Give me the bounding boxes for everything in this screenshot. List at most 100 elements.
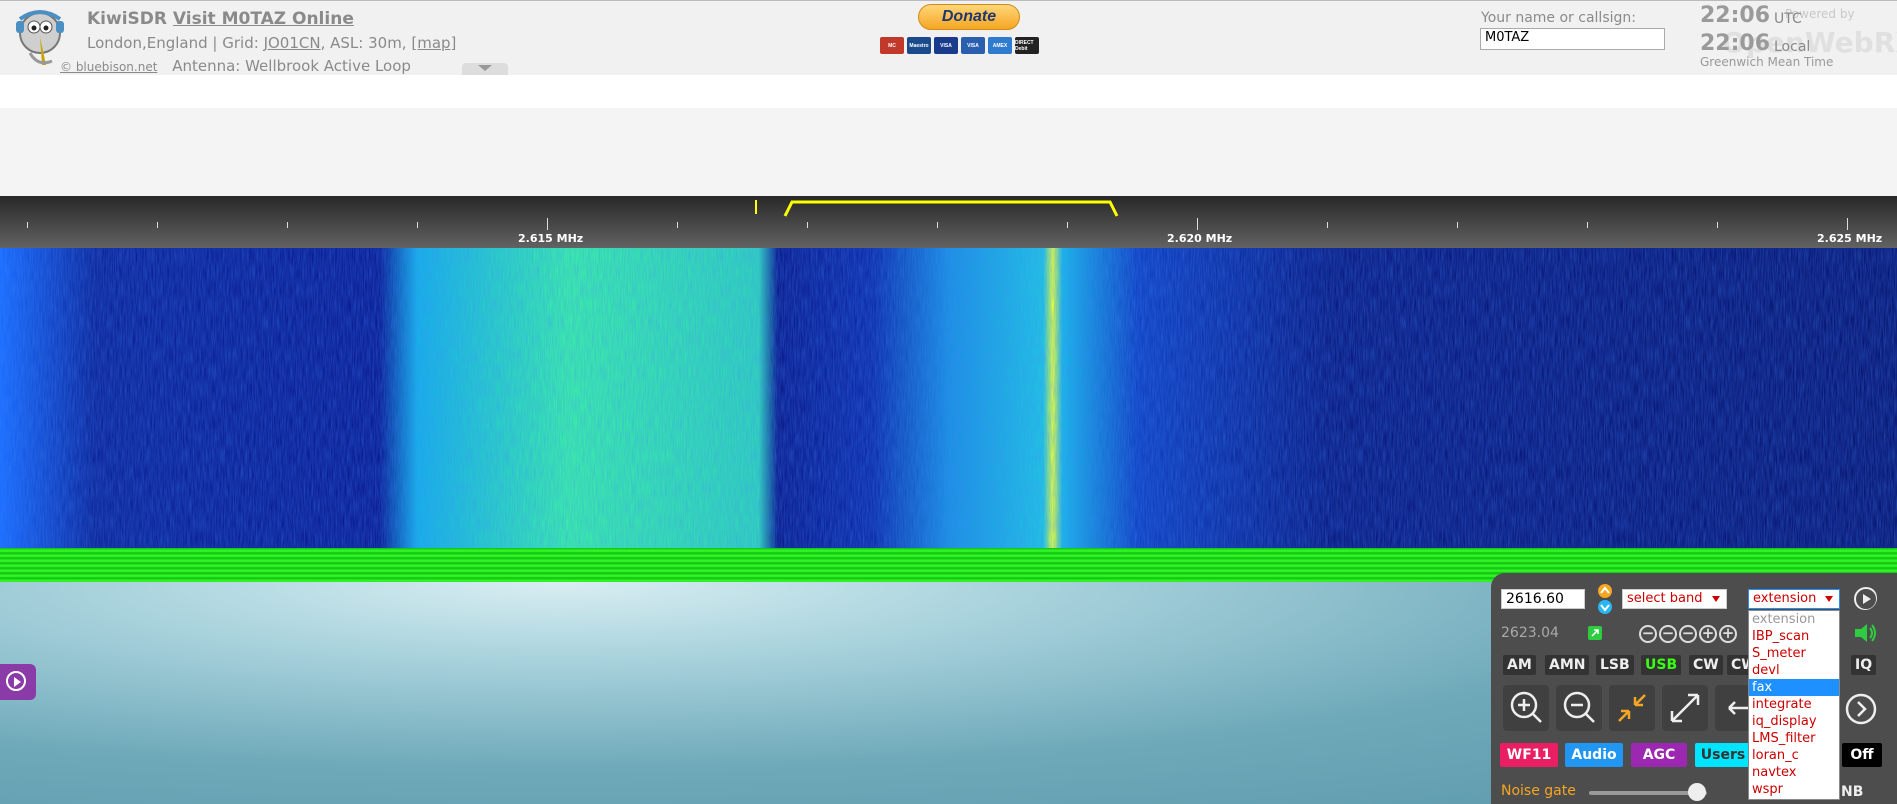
side-play-button[interactable] xyxy=(0,664,36,700)
copyright-link[interactable]: © bluebison.net xyxy=(60,60,157,74)
dropdown-option[interactable]: extension xyxy=(1749,611,1839,628)
local-time: 22:06 xyxy=(1700,31,1771,56)
scale-tick xyxy=(1327,222,1328,228)
visa-electron-icon: VISA xyxy=(961,37,985,54)
local-label: Local xyxy=(1774,39,1811,55)
visit-link[interactable]: Visit M0TAZ Online xyxy=(173,9,354,29)
noise-gate-slider-thumb[interactable] xyxy=(1688,783,1706,801)
scale-label-2620: 2.620 MHz xyxy=(1167,232,1233,245)
dropdown-option[interactable]: iq_display xyxy=(1749,713,1839,730)
step-down-small-icon[interactable]: − xyxy=(1679,625,1697,643)
grid-link[interactable]: JO01CN xyxy=(264,34,321,52)
scale-tick xyxy=(937,222,938,228)
chevron-down-icon xyxy=(478,65,492,71)
users-button[interactable]: Users xyxy=(1695,743,1751,767)
mode-amn-button[interactable]: AMN xyxy=(1545,655,1590,675)
passband-marker[interactable] xyxy=(750,198,1130,222)
frequency-step-arrows[interactable] xyxy=(1595,583,1615,615)
play-icon xyxy=(14,677,21,687)
extension-select-value: extension xyxy=(1753,591,1817,606)
frequency-scale[interactable]: 2.615 MHz 2.620 MHz 2.625 MHz xyxy=(0,196,1897,248)
audio-button[interactable]: Audio xyxy=(1565,743,1623,767)
chevron-right-circle-icon[interactable] xyxy=(1844,692,1878,726)
amex-icon: AMEX xyxy=(988,37,1012,54)
map-link[interactable]: [map] xyxy=(411,34,456,52)
zoom-step-row: − − − + + xyxy=(1639,625,1737,643)
dropdown-caret-icon xyxy=(1825,596,1833,602)
antenna-line: © bluebison.net Antenna: Wellbrook Activ… xyxy=(60,57,411,75)
visa-icon: VISA xyxy=(934,37,958,54)
scale-tick xyxy=(287,222,288,228)
asl-text: ASL: 30m, xyxy=(330,34,407,52)
zoom-max-out-button[interactable] xyxy=(1662,685,1708,731)
agc-button[interactable]: AGC xyxy=(1631,743,1687,767)
extension-select[interactable]: extension xyxy=(1748,589,1840,609)
direct-debit-icon: DIRECT Debit xyxy=(1015,37,1039,54)
maestro-icon: Maestro xyxy=(907,37,931,54)
collapse-header-button[interactable] xyxy=(462,63,508,75)
scale-tick-major xyxy=(1847,218,1848,230)
dropdown-option[interactable]: S_meter xyxy=(1749,645,1839,662)
scale-tick xyxy=(1457,222,1458,228)
band-select[interactable]: select band xyxy=(1622,589,1727,609)
payment-cards: MC Maestro VISA VISA AMEX DIRECT Debit xyxy=(880,37,1039,54)
zoom-in-button[interactable] xyxy=(1503,685,1549,731)
site-title: KiwiSDR Visit M0TAZ Online xyxy=(87,9,354,29)
scale-tick xyxy=(157,222,158,228)
expand-arrows-icon xyxy=(1670,693,1700,723)
external-link-icon[interactable] xyxy=(1587,625,1603,641)
step-up-medium-icon[interactable]: + xyxy=(1719,625,1737,643)
step-up-small-icon[interactable]: + xyxy=(1699,625,1717,643)
mode-usb-button[interactable]: USB xyxy=(1641,655,1682,675)
dropdown-option[interactable]: wspr xyxy=(1749,781,1839,798)
dropdown-option[interactable]: LMS_filter xyxy=(1749,730,1839,747)
scale-tick xyxy=(1717,222,1718,228)
mode-iq-button[interactable]: IQ xyxy=(1851,655,1877,675)
zoom-out-button[interactable] xyxy=(1556,685,1602,731)
scale-tick xyxy=(677,222,678,228)
nb-label[interactable]: NB xyxy=(1841,784,1863,800)
play-button[interactable] xyxy=(1853,586,1877,610)
zoom-out-icon xyxy=(1563,691,1595,723)
off-button[interactable]: Off xyxy=(1842,743,1882,767)
mode-lsb-button[interactable]: LSB xyxy=(1596,655,1634,675)
scale-label-2615: 2.615 MHz xyxy=(518,232,584,245)
callsign-input[interactable]: M0TAZ xyxy=(1480,28,1665,50)
waterfall-display[interactable] xyxy=(0,248,1897,548)
mastercard-icon: MC xyxy=(880,37,904,54)
dropdown-caret-icon xyxy=(1712,596,1720,602)
brand-name: KiwiSDR xyxy=(87,9,167,29)
dropdown-option[interactable]: IBP_scan xyxy=(1749,628,1839,645)
band-select-value: select band xyxy=(1627,591,1703,606)
dropdown-option[interactable]: navtex xyxy=(1749,764,1839,781)
wf-button[interactable]: WF11 xyxy=(1500,743,1558,767)
dropdown-option[interactable]: devl xyxy=(1749,662,1839,679)
dropdown-option-selected[interactable]: fax xyxy=(1749,679,1839,696)
dropdown-option[interactable]: integrate xyxy=(1749,696,1839,713)
speaker-icon[interactable] xyxy=(1853,621,1879,645)
frequency-input[interactable]: 2616.60 xyxy=(1501,589,1585,609)
antenna-text: Antenna: Wellbrook Active Loop xyxy=(172,57,411,75)
step-down-large-icon[interactable]: − xyxy=(1639,625,1657,643)
callsign-label: Your name or callsign: xyxy=(1481,10,1636,26)
grid-label: Grid: xyxy=(222,34,259,52)
top-bar: KiwiSDR Visit M0TAZ Online London,Englan… xyxy=(0,0,1897,75)
scale-tick xyxy=(1587,222,1588,228)
frequency-secondary: 2623.04 xyxy=(1501,625,1559,641)
zoom-band-button[interactable] xyxy=(1609,685,1655,731)
band-bar[interactable] xyxy=(0,108,1897,196)
location-text: London,England xyxy=(87,34,208,52)
utc-time: 22:06 xyxy=(1700,3,1771,28)
scale-tick xyxy=(417,222,418,228)
scale-tick-major xyxy=(547,218,548,230)
donate-button[interactable]: Donate xyxy=(918,4,1020,30)
mode-am-button[interactable]: AM xyxy=(1503,655,1536,675)
zoom-in-icon xyxy=(1510,691,1542,723)
compress-arrows-icon xyxy=(1618,694,1646,722)
scale-label-2625: 2.625 MHz xyxy=(1817,232,1883,245)
mode-cw-button[interactable]: CW xyxy=(1689,655,1723,675)
extension-dropdown-list[interactable]: extension IBP_scan S_meter devl fax inte… xyxy=(1748,610,1840,800)
location-line: London,England | Grid: JO01CN, ASL: 30m,… xyxy=(87,34,457,52)
dropdown-option[interactable]: loran_c xyxy=(1749,747,1839,764)
step-down-medium-icon[interactable]: − xyxy=(1659,625,1677,643)
